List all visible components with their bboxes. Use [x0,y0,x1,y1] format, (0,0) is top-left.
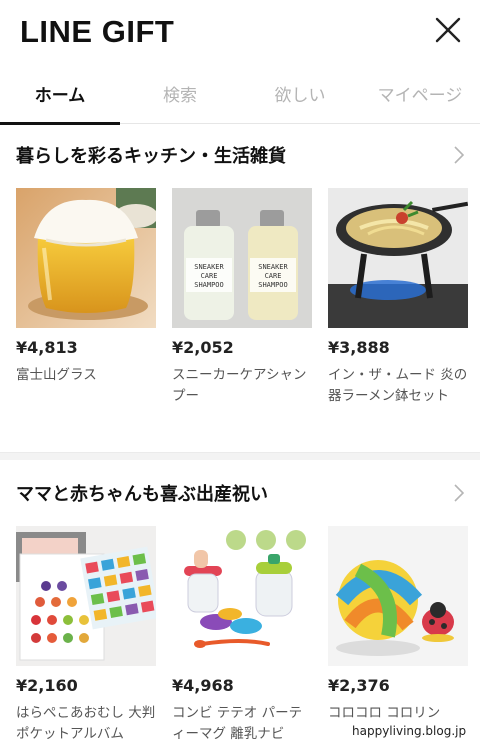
product-label-text: SHAMPOO [194,281,224,289]
product-label-text: CARE [201,272,218,280]
app-logo: LINE GIFT [20,14,175,49]
watermark: happyliving.blog.jp [346,722,473,740]
product-card[interactable]: ¥4,968 コンビ テテオ パーティーマグ 離乳ナビ [172,526,312,745]
product-card[interactable]: ¥2,376 コロコロ コロリン [328,526,468,724]
tab-home[interactable]: ホーム [0,62,120,125]
product-card[interactable]: ¥2,160 はらぺこあおむし 大判ポケットアルバム [16,526,156,745]
product-price: ¥4,813 [16,338,78,357]
section-title[interactable]: 暮らしを彩るキッチン・生活雑貨 [16,142,286,168]
product-image-sneaker-shampoo: SNEAKER CARE SHAMPOO SNEAKER CARE SHAMPO… [172,188,312,328]
product-price: ¥2,052 [172,338,234,357]
product-label-text: SNEAKER [258,263,288,271]
product-label-text: SHAMPOO [258,281,288,289]
product-label-text: CARE [265,272,282,280]
section-baby-gifts: ママと赤ちゃんも喜ぶ出産祝い ¥2,160 はらぺこあおむし 大判ポケットアルバ… [0,460,480,756]
product-name: コロコロ コロリン [328,705,441,721]
section-title[interactable]: ママと赤ちゃんも喜ぶ出産祝い [16,480,268,506]
chevron-right-icon[interactable] [454,484,465,502]
tab-search[interactable]: 検索 [120,62,240,124]
product-price: ¥4,968 [172,676,234,695]
product-label-text: SNEAKER [194,263,224,271]
chevron-right-icon[interactable] [454,146,465,164]
product-image-fuji-glass [16,188,156,328]
section-divider [0,452,480,460]
product-name: イン・ザ・ムード 炎の器ラーメン鉢セット [328,367,468,404]
product-card[interactable]: SNEAKER CARE SHAMPOO SNEAKER CARE SHAMPO… [172,188,312,407]
product-image-rattle-ball [328,526,468,666]
product-price: ¥2,376 [328,676,390,695]
product-name: スニーカーケアシャンプー [172,367,307,404]
product-price: ¥2,160 [16,676,78,695]
product-card[interactable]: ¥3,888 イン・ザ・ムード 炎の器ラーメン鉢セット [328,188,468,407]
tab-wishlist[interactable]: 欲しい [240,62,360,124]
product-name: 富士山グラス [16,367,97,383]
tab-mypage[interactable]: マイページ [360,62,480,124]
tab-bar: ホーム 検索 欲しい マイページ [0,62,480,125]
section-kitchen-goods: 暮らしを彩るキッチン・生活雑貨 ¥4,813 富士山グラス SNEAKER CA… [0,124,480,454]
product-image-pocket-album [16,526,156,666]
product-name: コンビ テテオ パーティーマグ 離乳ナビ [172,705,303,742]
product-card[interactable]: ¥4,813 富士山グラス [16,188,156,386]
close-icon[interactable] [432,14,464,46]
product-image-ramen-bowl [328,188,468,328]
product-name: はらぺこあおむし 大判ポケットアルバム [16,705,156,742]
product-price: ¥3,888 [328,338,390,357]
product-image-party-mug [172,526,312,666]
app-header: LINE GIFT [0,0,480,62]
